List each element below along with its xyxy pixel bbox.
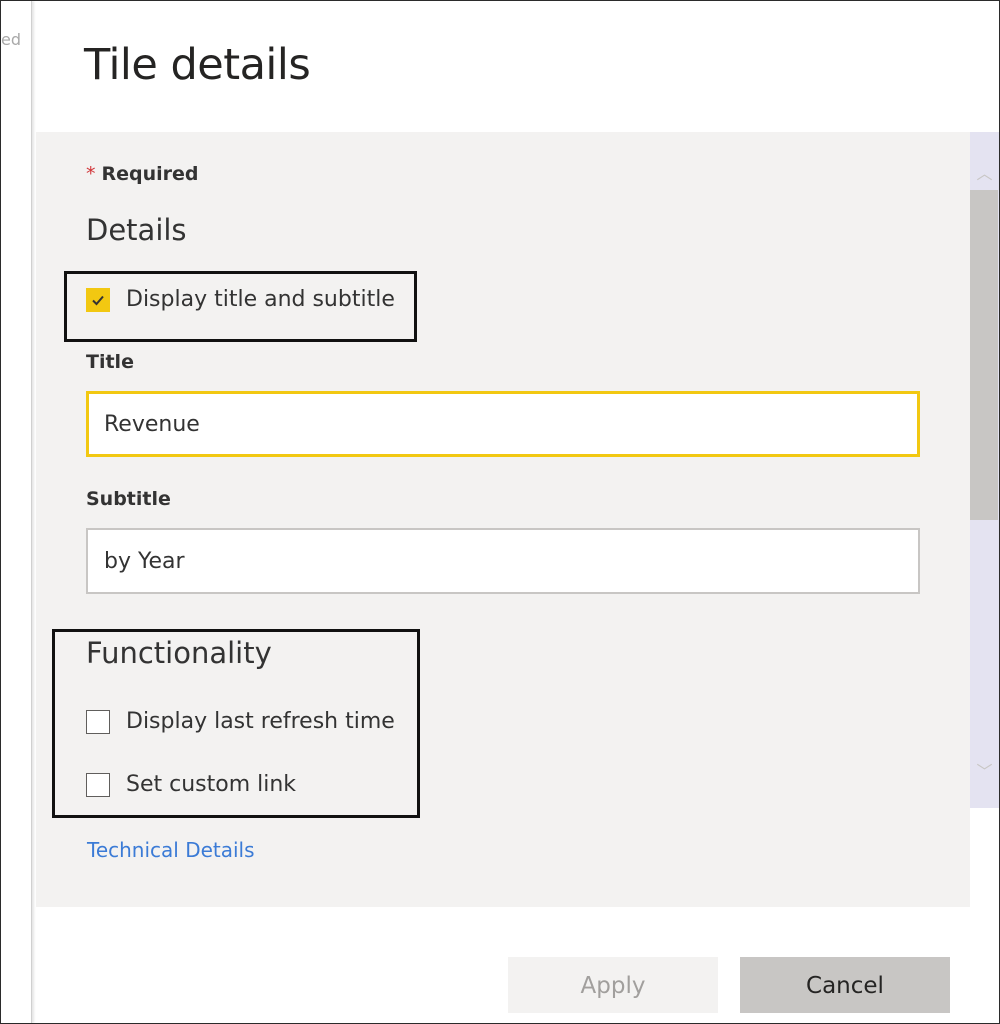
title-field-label: Title <box>86 351 134 373</box>
display-title-checkbox-label: Display title and subtitle <box>126 287 395 312</box>
custom-link-checkbox-label: Set custom link <box>126 772 297 797</box>
functionality-heading: Functionality <box>86 636 272 670</box>
required-note: * Required <box>86 163 199 185</box>
display-title-subtitle-row[interactable]: Display title and subtitle <box>86 287 395 312</box>
technical-details-link[interactable]: Technical Details <box>87 838 255 862</box>
scrollbar-thumb[interactable] <box>970 190 998 520</box>
subtitle-field-label: Subtitle <box>86 488 171 510</box>
title-input[interactable] <box>86 391 920 457</box>
refresh-time-row[interactable]: Display last refresh time <box>86 709 395 734</box>
custom-link-checkbox[interactable] <box>86 772 110 797</box>
cancel-button[interactable]: Cancel <box>740 957 950 1013</box>
details-heading: Details <box>86 213 187 247</box>
subtitle-input[interactable] <box>86 528 920 594</box>
required-label: Required <box>101 163 199 185</box>
dialog-title: Tile details <box>84 40 311 90</box>
refresh-time-checkbox-label: Display last refresh time <box>126 709 395 734</box>
custom-link-row[interactable]: Set custom link <box>86 772 296 797</box>
vertical-scrollbar[interactable]: ︿ ﹀ <box>970 132 999 808</box>
background-page-strip <box>1 1 32 1023</box>
display-title-checkbox[interactable] <box>86 287 110 312</box>
scroll-up-arrow-icon[interactable]: ︿ <box>970 162 999 186</box>
scroll-down-arrow-icon[interactable]: ﹀ <box>970 760 999 784</box>
background-page-text: ed <box>1 30 21 49</box>
refresh-time-checkbox[interactable] <box>86 709 110 734</box>
required-star: * <box>86 163 96 185</box>
checkmark-icon <box>92 295 104 305</box>
apply-button[interactable]: Apply <box>508 957 718 1013</box>
